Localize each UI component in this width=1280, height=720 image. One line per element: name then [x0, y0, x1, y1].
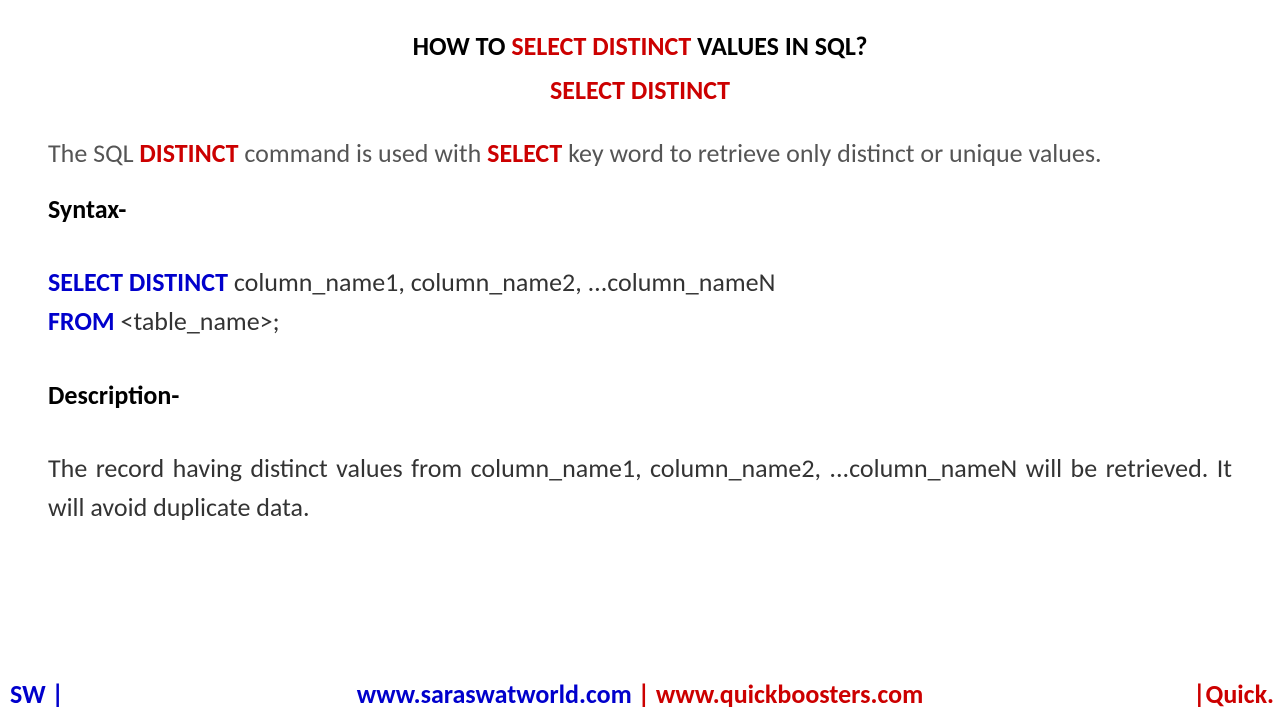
intro-part3: key word to retrieve only distinct or un… — [562, 137, 1101, 169]
intro-keyword-select: SELECT — [487, 137, 562, 169]
syntax-line-2: FROM <table_name>; — [48, 302, 1232, 341]
intro-part1: The SQL — [48, 137, 139, 169]
footer-left-brand: SW | — [10, 678, 64, 710]
syntax-line-1: SELECT DISTINCT column_name1, column_nam… — [48, 263, 1232, 302]
description-text: The record having distinct values from c… — [48, 449, 1232, 527]
intro-text: The SQL DISTINCT command is used with SE… — [48, 134, 1232, 173]
syntax-block: SELECT DISTINCT column_name1, column_nam… — [48, 263, 1232, 341]
intro-part2: command is used with — [238, 137, 487, 169]
footer-center: www.saraswatworld.com | www.quickbooster… — [357, 678, 924, 710]
syntax-select-distinct-keyword: SELECT DISTINCT — [48, 266, 228, 298]
syntax-table: <table_name>; — [115, 305, 280, 337]
footer-url-saraswatworld: www.saraswatworld.com — [357, 678, 632, 710]
title-pre: HOW TO — [413, 30, 512, 62]
title-highlight: SELECT DISTINCT — [511, 30, 691, 62]
footer-separator: | — [632, 678, 656, 710]
title-post: VALUES IN SQL? — [691, 30, 867, 62]
syntax-columns: column_name1, column_name2, ...column_na… — [228, 266, 775, 298]
description-heading: Description- — [48, 379, 1232, 411]
page-subtitle: SELECT DISTINCT — [48, 74, 1232, 106]
intro-keyword-distinct: DISTINCT — [139, 137, 238, 169]
footer-right-brand: |Quick. — [1193, 678, 1274, 710]
footer-url-quickboosters: www.quickboosters.com — [656, 678, 923, 710]
syntax-from-keyword: FROM — [48, 305, 115, 337]
page-title: HOW TO SELECT DISTINCT VALUES IN SQL? — [48, 30, 1232, 62]
syntax-heading: Syntax- — [48, 193, 1232, 225]
